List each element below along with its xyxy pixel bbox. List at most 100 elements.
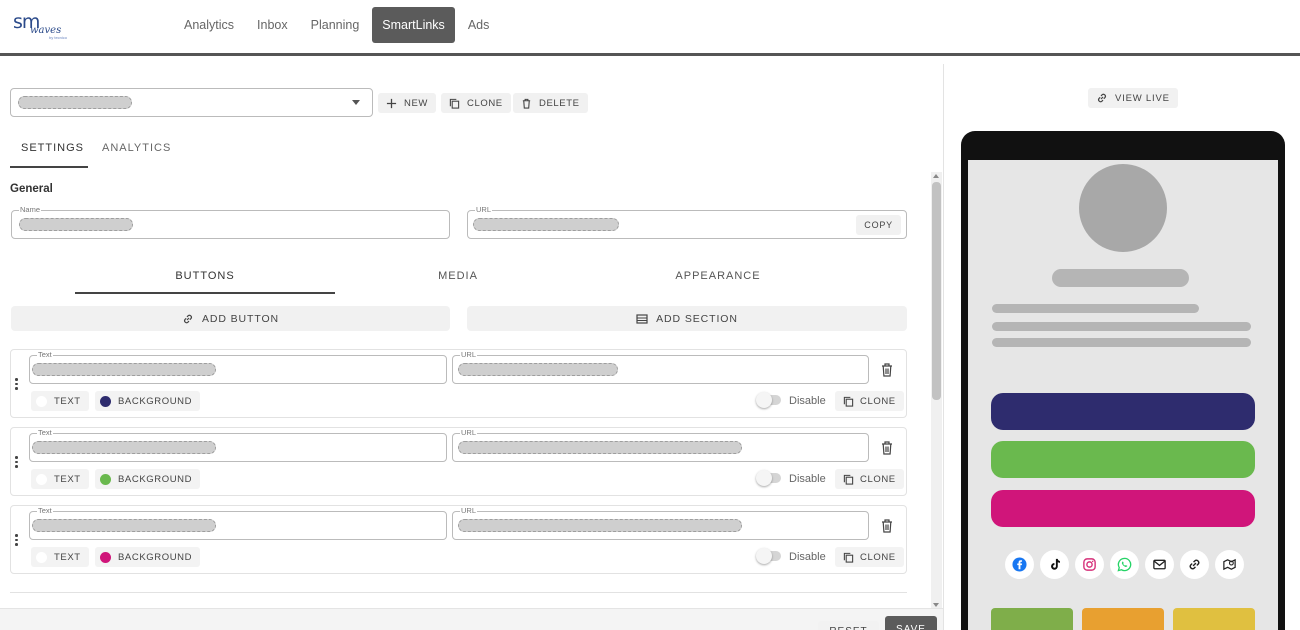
- redacted-value: [458, 363, 618, 376]
- trash-icon: [522, 98, 531, 109]
- redacted-value: [32, 363, 216, 376]
- clone-button-chip[interactable]: CLONE: [835, 391, 904, 411]
- background-color-swatch: [100, 395, 111, 407]
- delete-smartlink-button[interactable]: DELETE: [513, 93, 588, 113]
- text-color-chip[interactable]: TEXT: [31, 547, 89, 567]
- nav-analytics[interactable]: Analytics: [174, 7, 244, 43]
- button-url-field[interactable]: URL: [452, 350, 869, 384]
- scroll-down-icon[interactable]: [933, 603, 939, 607]
- avatar: [1079, 164, 1167, 252]
- disable-toggle[interactable]: [756, 392, 781, 408]
- text-chip-label: TEXT: [54, 473, 81, 485]
- link-icon: [1098, 93, 1106, 103]
- media-thumbnail-1[interactable]: [991, 608, 1073, 630]
- button-url-field[interactable]: URL: [452, 506, 869, 540]
- redacted-value: [19, 218, 133, 231]
- subtab-media[interactable]: MEDIA: [328, 266, 588, 294]
- add-button-button[interactable]: ADD BUTTON: [11, 306, 450, 331]
- link-icon: [183, 314, 192, 323]
- whatsapp-icon[interactable]: [1110, 550, 1139, 579]
- instagram-icon[interactable]: [1075, 550, 1104, 579]
- smartlink-select[interactable]: [10, 88, 373, 117]
- button-text-field[interactable]: Text: [29, 506, 447, 540]
- name-field-label: Name: [19, 205, 42, 215]
- button-text-field[interactable]: Text: [29, 428, 447, 462]
- chevron-down-icon: [352, 100, 360, 105]
- delete-button-label: DELETE: [539, 97, 580, 109]
- add-button-label: ADD BUTTON: [201, 312, 280, 325]
- text-color-swatch: [36, 551, 47, 563]
- clone-smartlink-button[interactable]: CLONE: [441, 93, 511, 113]
- preview-link-button-3[interactable]: [991, 490, 1255, 527]
- text-color-chip[interactable]: TEXT: [31, 391, 89, 411]
- drag-handle-icon[interactable]: [15, 456, 19, 470]
- delete-button-trash-icon[interactable]: [880, 362, 894, 378]
- scroll-up-icon[interactable]: [933, 174, 939, 178]
- toggle-knob: [756, 392, 772, 408]
- disable-toggle[interactable]: [756, 470, 781, 486]
- media-thumbnail-2[interactable]: [1082, 608, 1164, 630]
- nav-ads[interactable]: Ads: [458, 7, 500, 43]
- bio-line-placeholder: [992, 322, 1251, 331]
- add-section-button[interactable]: ADD SECTION: [467, 306, 907, 331]
- redacted-value: [32, 519, 216, 532]
- bio-line-placeholder: [992, 304, 1199, 313]
- text-color-swatch: [36, 395, 47, 407]
- preview-link-button-2[interactable]: [991, 441, 1255, 478]
- new-button[interactable]: NEW: [378, 93, 436, 113]
- drag-handle-icon[interactable]: [15, 378, 19, 392]
- background-color-chip[interactable]: BACKGROUND: [95, 391, 201, 411]
- section-icon: [636, 313, 648, 324]
- facebook-icon[interactable]: [1005, 550, 1034, 579]
- button-url-field[interactable]: URL: [452, 428, 869, 462]
- disable-toggle[interactable]: [756, 548, 781, 564]
- toggle-knob: [756, 470, 772, 486]
- url-field[interactable]: URL COPY: [467, 205, 907, 239]
- view-live-button[interactable]: VIEW LIVE: [1088, 88, 1178, 108]
- tiktok-icon[interactable]: [1040, 550, 1069, 579]
- reset-button[interactable]: RESET: [818, 621, 879, 630]
- delete-button-trash-icon[interactable]: [880, 440, 894, 456]
- section-title-general: General: [10, 183, 53, 195]
- tab-settings[interactable]: SETTINGS: [10, 142, 88, 168]
- preview-link-button-1[interactable]: [991, 393, 1255, 430]
- editor-scrollbar[interactable]: [931, 172, 942, 609]
- subtab-buttons[interactable]: BUTTONS: [75, 266, 335, 294]
- drag-handle-icon[interactable]: [15, 534, 19, 548]
- preview-panel: VIEW LIVE: [944, 64, 1300, 630]
- nav-planning[interactable]: Planning: [301, 7, 370, 43]
- button-card-1: Text URL TEXT BACKGROUND Disable CLONE: [10, 349, 907, 418]
- tab-analytics[interactable]: ANALYTICS: [102, 142, 171, 168]
- nav-smartlinks[interactable]: SmartLinks: [372, 7, 455, 43]
- clone-chip-label: CLONE: [860, 395, 896, 407]
- clone-button-chip[interactable]: CLONE: [835, 469, 904, 489]
- social-icons-row: [1005, 550, 1244, 579]
- background-color-chip[interactable]: BACKGROUND: [95, 469, 201, 489]
- scrollbar-thumb[interactable]: [932, 182, 941, 400]
- save-button[interactable]: SAVE: [885, 616, 937, 630]
- name-field[interactable]: Name: [11, 205, 450, 239]
- media-thumbnail-3[interactable]: [1173, 608, 1255, 630]
- app-logo[interactable]: sm waves by tecnico: [13, 11, 69, 41]
- link-icon[interactable]: [1180, 550, 1209, 579]
- redacted-value: [18, 96, 132, 109]
- map-icon[interactable]: [1215, 550, 1244, 579]
- top-navigation-bar: sm waves by tecnico Analytics Inbox Plan…: [0, 0, 1300, 56]
- text-chip-label: TEXT: [54, 551, 81, 563]
- logo-tagline: by tecnico: [49, 35, 68, 40]
- text-color-chip[interactable]: TEXT: [31, 469, 89, 489]
- new-button-label: NEW: [404, 97, 428, 109]
- button-url-label: URL: [460, 506, 478, 516]
- background-color-chip[interactable]: BACKGROUND: [95, 547, 201, 567]
- nav-inbox[interactable]: Inbox: [247, 7, 298, 43]
- delete-button-trash-icon[interactable]: [880, 518, 894, 534]
- clone-button-chip[interactable]: CLONE: [835, 547, 904, 567]
- button-text-label: Text: [37, 428, 53, 438]
- copy-url-button[interactable]: COPY: [856, 215, 901, 235]
- button-text-field[interactable]: Text: [29, 350, 447, 384]
- disable-label: Disable: [789, 551, 826, 563]
- email-icon[interactable]: [1145, 550, 1174, 579]
- copy-icon: [449, 98, 460, 109]
- copy-icon: [843, 396, 854, 407]
- subtab-appearance[interactable]: APPEARANCE: [588, 266, 848, 294]
